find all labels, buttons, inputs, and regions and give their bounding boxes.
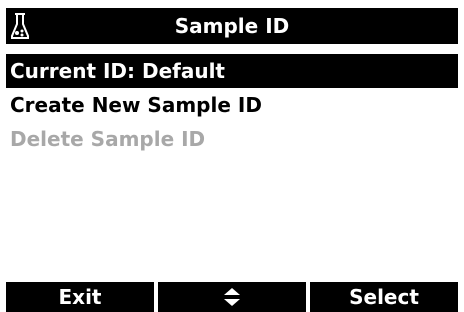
instrument-screen: Sample ID Current ID: Default Create New… <box>6 8 458 312</box>
page-title: Sample ID <box>174 14 290 38</box>
softkey-bar: Exit Select <box>6 282 458 312</box>
select-button[interactable]: Select <box>310 282 458 312</box>
exit-button[interactable]: Exit <box>6 282 154 312</box>
menu-item-create-sample-id[interactable]: Create New Sample ID <box>6 88 458 122</box>
title-bar: Sample ID <box>6 8 458 44</box>
up-down-arrows-icon <box>224 288 240 306</box>
menu-list: Current ID: Default Create New Sample ID… <box>6 54 458 156</box>
navigate-button[interactable] <box>158 282 306 312</box>
menu-item-delete-sample-id: Delete Sample ID <box>10 127 206 151</box>
menu-item-current-id[interactable]: Current ID: Default <box>6 54 458 88</box>
